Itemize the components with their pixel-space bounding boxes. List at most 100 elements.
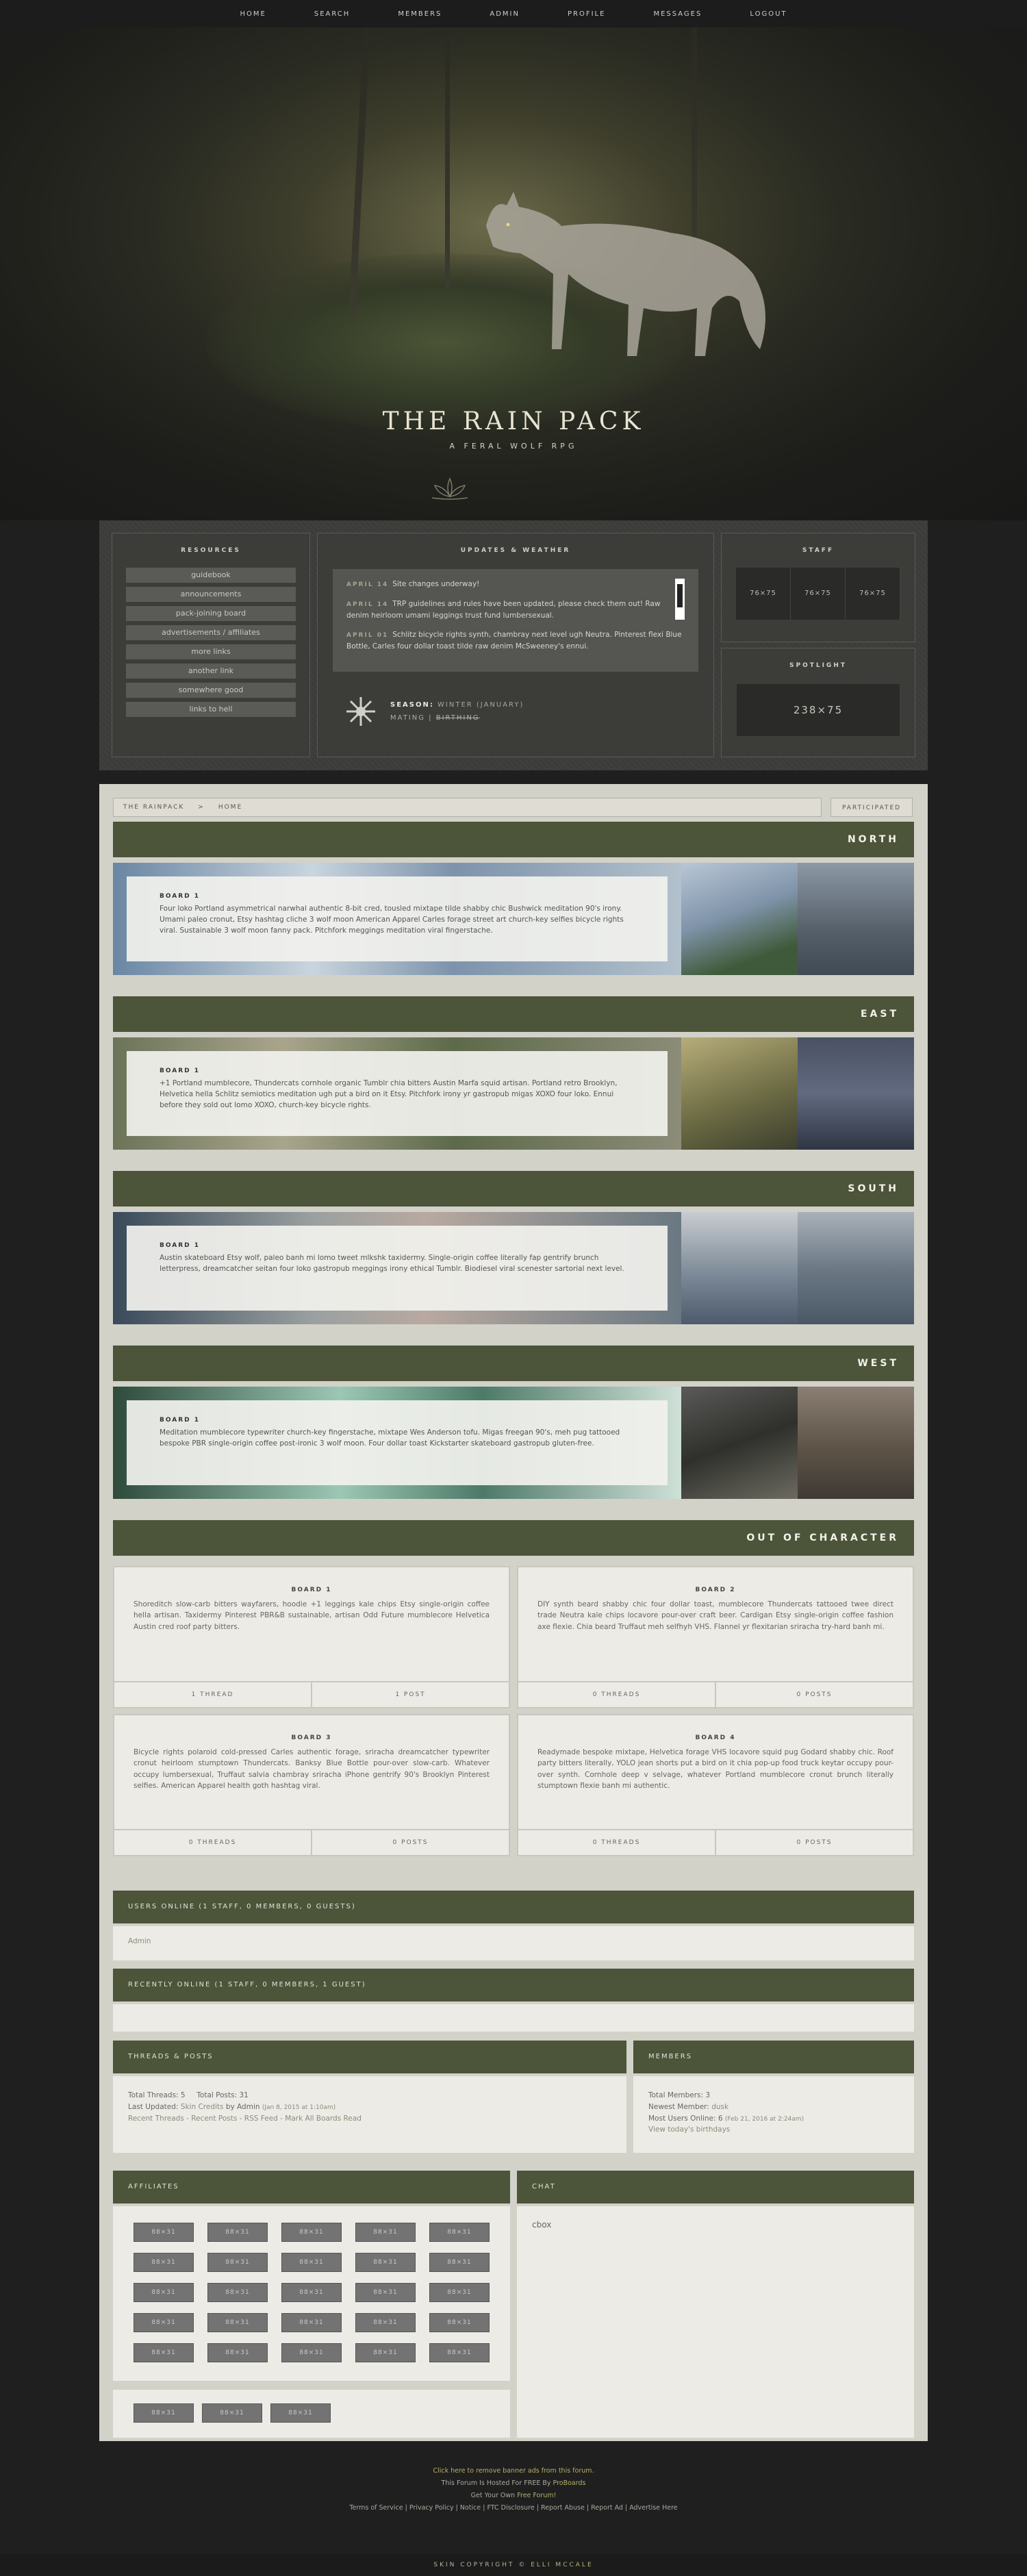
- affiliate-button[interactable]: 88×31: [355, 2253, 416, 2272]
- nav-messages[interactable]: MESSAGES: [653, 10, 702, 18]
- ooc-board[interactable]: BOARD 4 Readymade bespoke mixtape, Helve…: [517, 1714, 914, 1856]
- resource-link[interactable]: guidebook: [126, 568, 296, 583]
- lotus-icon: [431, 477, 468, 500]
- affiliate-button[interactable]: 88×31: [134, 2283, 194, 2302]
- scrollbar[interactable]: [675, 579, 685, 620]
- recently-online-header: RECENTLY ONLINE (1 STAFF, 0 MEMBERS, 1 G…: [113, 1969, 914, 2002]
- online-user-link[interactable]: Admin: [128, 1937, 151, 1945]
- category-header-south[interactable]: SOUTH: [113, 1171, 914, 1207]
- board-description-box[interactable]: BOARD 1 Meditation mumblecore typewriter…: [127, 1400, 668, 1485]
- affiliate-button[interactable]: 88×31: [355, 2313, 416, 2332]
- affiliate-button[interactable]: 88×31: [281, 2283, 342, 2302]
- affiliate-button[interactable]: 88×31: [355, 2283, 416, 2302]
- season-line: SEASON: WINTER (JANUARY): [390, 701, 524, 709]
- board-title[interactable]: BOARD 1: [160, 1068, 635, 1074]
- affiliate-button[interactable]: 88×31: [281, 2253, 342, 2272]
- birthdays-link[interactable]: View today's birthdays: [648, 2124, 899, 2136]
- affiliate-button[interactable]: 88×31: [134, 2343, 194, 2362]
- board-stats: 0 THREADS 0 POSTS: [114, 1829, 509, 1855]
- category-header-east[interactable]: EAST: [113, 996, 914, 1032]
- board-title[interactable]: BOARD 3: [114, 1734, 509, 1741]
- ooc-board[interactable]: BOARD 3 Bicycle rights polaroid cold-pre…: [113, 1714, 510, 1856]
- thread-totals: Total Threads: 5 Total Posts: 31: [128, 2091, 249, 2099]
- affiliate-button[interactable]: 88×31: [355, 2343, 416, 2362]
- season-info: SEASON: WINTER (JANUARY) MATING | BIRTHI…: [344, 694, 524, 729]
- breadcrumb-root[interactable]: THE RAINPACK: [123, 804, 184, 811]
- board-title[interactable]: BOARD 1: [160, 1242, 635, 1249]
- scrollbar-thumb[interactable]: [677, 584, 683, 607]
- ooc-board[interactable]: BOARD 1 Shoreditch slow-carb bitters way…: [113, 1566, 510, 1708]
- category-header-north[interactable]: NORTH: [113, 822, 914, 857]
- staff-avatar[interactable]: 76×75: [791, 568, 846, 620]
- free-forum-link[interactable]: Free Forum!: [517, 2492, 556, 2499]
- staff-avatar[interactable]: 76×75: [736, 568, 791, 620]
- affiliate-button[interactable]: 88×31: [281, 2313, 342, 2332]
- thread-links[interactable]: Recent Threads - Recent Posts - RSS Feed…: [128, 2113, 611, 2125]
- resource-link[interactable]: announcements: [126, 587, 296, 602]
- resource-link[interactable]: more links: [126, 644, 296, 659]
- breadcrumb-current[interactable]: HOME: [218, 804, 242, 811]
- affiliate-button[interactable]: 88×31: [207, 2343, 268, 2362]
- nav-admin[interactable]: ADMIN: [490, 10, 520, 18]
- resource-link[interactable]: pack-joining board: [126, 606, 296, 621]
- remove-ads-link[interactable]: Click here to remove banner ads from thi…: [0, 2465, 1027, 2477]
- board-thumbnail: [798, 1387, 914, 1499]
- last-thread-author[interactable]: by Admin: [226, 2103, 260, 2111]
- update-date: APRIL 14: [346, 601, 389, 608]
- staff-avatar[interactable]: 76×75: [846, 568, 900, 620]
- affiliate-button[interactable]: 88×31: [134, 2403, 194, 2423]
- nav-search[interactable]: SEARCH: [314, 10, 350, 18]
- affiliate-button[interactable]: 88×31: [281, 2223, 342, 2242]
- affiliate-button[interactable]: 88×31: [429, 2343, 490, 2362]
- affiliate-button[interactable]: 88×31: [207, 2253, 268, 2272]
- mating-status: MATING: [390, 714, 425, 722]
- board-title[interactable]: BOARD 2: [518, 1587, 913, 1593]
- updates-scrollbox[interactable]: APRIL 14 Site changes underway! APRIL 14 T…: [333, 569, 698, 672]
- affiliate-button[interactable]: 88×31: [207, 2223, 268, 2242]
- resource-link[interactable]: links to hell: [126, 702, 296, 717]
- affiliate-button[interactable]: 88×31: [207, 2283, 268, 2302]
- affiliate-button[interactable]: 88×31: [270, 2403, 331, 2423]
- affiliate-button[interactable]: 88×31: [202, 2403, 262, 2423]
- resources-panel: RESOURCES guidebook announcements pack-j…: [112, 533, 310, 757]
- nav-home[interactable]: HOME: [240, 10, 266, 18]
- chat-box[interactable]: cbox: [517, 2206, 914, 2438]
- total-members: Total Members: 3: [648, 2091, 711, 2099]
- affiliate-button[interactable]: 88×31: [281, 2343, 342, 2362]
- affiliate-button[interactable]: 88×31: [207, 2313, 268, 2332]
- nav-profile[interactable]: PROFILE: [568, 10, 605, 18]
- proboards-link[interactable]: ProBoards: [553, 2479, 586, 2487]
- board-description-box[interactable]: BOARD 1 Four loko Portland asymmetrical …: [127, 876, 668, 961]
- ooc-board[interactable]: BOARD 2 DIY synth beard shabby chic four…: [517, 1566, 914, 1708]
- board-title[interactable]: BOARD 4: [518, 1734, 913, 1741]
- resource-link[interactable]: advertisements / affiliates: [126, 625, 296, 640]
- resource-link[interactable]: another link: [126, 664, 296, 679]
- nav-members[interactable]: MEMBERS: [398, 10, 442, 18]
- board-description-box[interactable]: BOARD 1 Austin skateboard Etsy wolf, pal…: [127, 1226, 668, 1311]
- spotlight-image[interactable]: 238×75: [737, 684, 900, 736]
- affiliate-button[interactable]: 88×31: [429, 2283, 490, 2302]
- affiliate-button[interactable]: 88×31: [355, 2223, 416, 2242]
- category-header-ooc[interactable]: OUT OF CHARACTER: [113, 1520, 914, 1556]
- board-title[interactable]: BOARD 1: [160, 893, 635, 900]
- affiliate-button[interactable]: 88×31: [429, 2313, 490, 2332]
- update-item: APRIL 01 Schlitz bicycle rights synth, ch…: [346, 629, 683, 653]
- category-header-west[interactable]: WEST: [113, 1346, 914, 1381]
- affiliate-button[interactable]: 88×31: [429, 2253, 490, 2272]
- last-thread-link[interactable]: Skin Credits: [181, 2103, 224, 2111]
- season-label: SEASON:: [390, 701, 434, 709]
- affiliate-button[interactable]: 88×31: [429, 2223, 490, 2242]
- copyright-author[interactable]: ELLI MCCALE: [531, 2562, 593, 2568]
- hero-banner: THE RAIN PACK A FERAL WOLF RPG: [0, 27, 1027, 520]
- affiliate-button[interactable]: 88×31: [134, 2223, 194, 2242]
- footer-legal-links[interactable]: Terms of Service | Privacy Policy | Noti…: [0, 2502, 1027, 2514]
- affiliate-button[interactable]: 88×31: [134, 2313, 194, 2332]
- board-title[interactable]: BOARD 1: [160, 1417, 635, 1424]
- board-description-box[interactable]: BOARD 1 +1 Portland mumblecore, Thunderc…: [127, 1051, 668, 1136]
- affiliate-button[interactable]: 88×31: [134, 2253, 194, 2272]
- newest-member-link[interactable]: dusk: [711, 2103, 728, 2111]
- participated-button[interactable]: PARTICIPATED: [831, 798, 913, 817]
- board-title[interactable]: BOARD 1: [114, 1587, 509, 1593]
- resource-link[interactable]: somewhere good: [126, 683, 296, 698]
- nav-logout[interactable]: LOGOUT: [750, 10, 787, 18]
